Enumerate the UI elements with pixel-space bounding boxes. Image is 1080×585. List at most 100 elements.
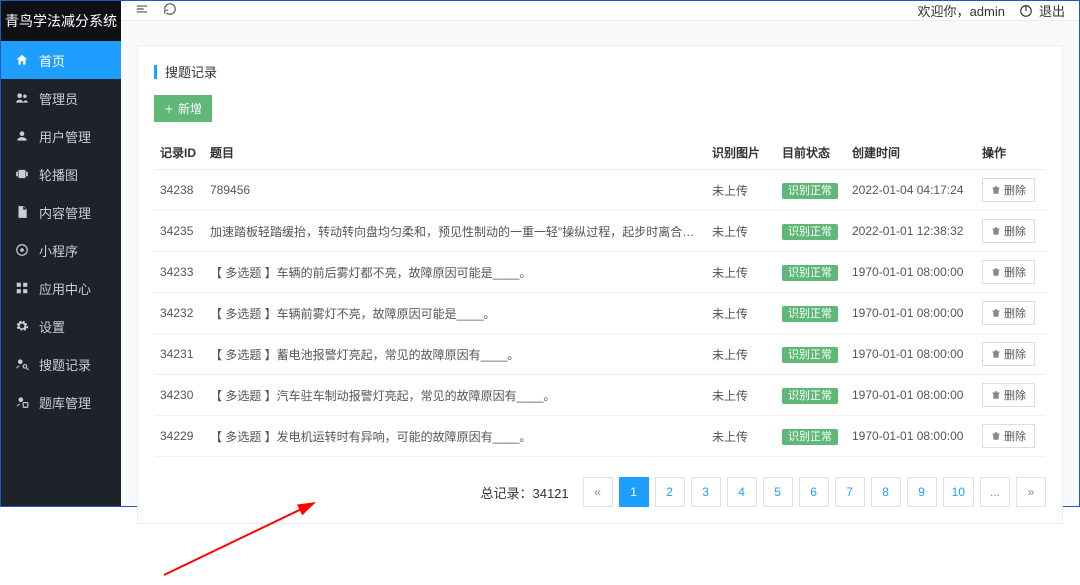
cell-time: 2022-01-04 04:17:24	[846, 170, 976, 211]
page-2[interactable]: 2	[655, 477, 685, 507]
delete-button[interactable]: 删除	[982, 342, 1035, 366]
page-1[interactable]: 1	[619, 477, 649, 507]
page-5[interactable]: 5	[763, 477, 793, 507]
cell-img: 未上传	[706, 170, 776, 211]
delete-button[interactable]: 删除	[982, 301, 1035, 325]
sidebar-item-label: 首页	[39, 51, 65, 70]
cell-op: 删除	[976, 416, 1046, 457]
sidebar-item-search-user[interactable]: 搜题记录	[1, 345, 121, 383]
status-badge: 识别正常	[782, 183, 838, 199]
topbar: 欢迎你，admin 退出	[121, 1, 1079, 21]
delete-button[interactable]: 删除	[982, 178, 1035, 202]
search-user-icon	[15, 357, 29, 371]
cell-op: 删除	[976, 334, 1046, 375]
user-icon	[15, 129, 29, 143]
sidebar-item-users[interactable]: 管理员	[1, 79, 121, 117]
cell-status: 识别正常	[776, 293, 846, 334]
cell-op: 删除	[976, 375, 1046, 416]
sidebar-item-label: 应用中心	[39, 279, 91, 298]
page-6[interactable]: 6	[799, 477, 829, 507]
page-9[interactable]: 9	[907, 477, 937, 507]
home-icon	[15, 53, 29, 67]
panel-title: 搜题记录	[154, 62, 1046, 81]
sidebar-item-user[interactable]: 用户管理	[1, 117, 121, 155]
annotation-arrow	[144, 495, 344, 585]
page-ellipsis[interactable]: ...	[980, 477, 1010, 507]
page-7[interactable]: 7	[835, 477, 865, 507]
th-img: 识别图片	[706, 136, 776, 170]
page-3[interactable]: 3	[691, 477, 721, 507]
delete-button[interactable]: 删除	[982, 383, 1035, 407]
logout-label: 退出	[1039, 1, 1065, 20]
cell-status: 识别正常	[776, 416, 846, 457]
sidebar-item-label: 搜题记录	[39, 355, 91, 374]
sidebar-item-home[interactable]: 首页	[1, 41, 121, 79]
sidebar-item-grid[interactable]: 应用中心	[1, 269, 121, 307]
delete-button[interactable]: 删除	[982, 260, 1035, 284]
page-8[interactable]: 8	[871, 477, 901, 507]
cell-op: 删除	[976, 293, 1046, 334]
table-row: 34230【 多选题 】汽车驻车制动报警灯亮起，常见的故障原因有____。未上传…	[154, 375, 1046, 416]
total-records: 总记录：34121	[480, 483, 568, 502]
table-row: 34231【 多选题 】蓄电池报警灯亮起，常见的故障原因有____。未上传识别正…	[154, 334, 1046, 375]
page-10[interactable]: 10	[943, 477, 974, 507]
logout-button[interactable]: 退出	[1019, 1, 1065, 20]
pager: «12345678910...»	[583, 477, 1046, 507]
sidebar-item-gear[interactable]: 设置	[1, 307, 121, 345]
cell-id: 34233	[154, 252, 204, 293]
cell-topic: 【 多选题 】车辆的前后雾灯都不亮，故障原因可能是____。	[204, 252, 706, 293]
users-icon	[15, 91, 29, 105]
sidebar-item-label: 用户管理	[39, 127, 91, 146]
table-row: 34238789456未上传识别正常2022-01-04 04:17:24删除	[154, 170, 1046, 211]
page-next[interactable]: »	[1016, 477, 1046, 507]
cell-time: 1970-01-01 08:00:00	[846, 375, 976, 416]
delete-button[interactable]: 删除	[982, 424, 1035, 448]
cell-time: 1970-01-01 08:00:00	[846, 252, 976, 293]
cell-op: 删除	[976, 170, 1046, 211]
sidebar-item-label: 轮播图	[39, 165, 78, 184]
cell-topic: 789456	[204, 170, 706, 211]
cell-status: 识别正常	[776, 375, 846, 416]
th-id: 记录ID	[154, 136, 204, 170]
menu-toggle-icon[interactable]	[135, 2, 149, 19]
cell-op: 删除	[976, 252, 1046, 293]
sidebar-item-label: 题库管理	[39, 393, 91, 412]
th-status: 目前状态	[776, 136, 846, 170]
cell-img: 未上传	[706, 416, 776, 457]
nav-list: 首页管理员用户管理轮播图内容管理小程序应用中心设置搜题记录题库管理	[1, 41, 121, 506]
page-prev[interactable]: «	[583, 477, 613, 507]
records-table: 记录ID 题目 识别图片 目前状态 创建时间 操作 34238789456未上传…	[154, 136, 1046, 457]
cell-topic: 【 多选题 】车辆前雾灯不亮，故障原因可能是____。	[204, 293, 706, 334]
add-button[interactable]: 新增	[154, 95, 212, 122]
delete-button[interactable]: 删除	[982, 219, 1035, 243]
brand-title: 青鸟学法减分系统	[1, 1, 121, 41]
app-icon	[15, 243, 29, 257]
cell-id: 34229	[154, 416, 204, 457]
cell-topic: 【 多选题 】蓄电池报警灯亮起，常见的故障原因有____。	[204, 334, 706, 375]
sidebar-item-file[interactable]: 内容管理	[1, 193, 121, 231]
sidebar-item-label: 设置	[39, 317, 65, 336]
sidebar-item-db[interactable]: 题库管理	[1, 383, 121, 421]
cell-img: 未上传	[706, 293, 776, 334]
th-topic: 题目	[204, 136, 706, 170]
carousel-icon	[15, 167, 29, 181]
status-badge: 识别正常	[782, 347, 838, 363]
sidebar-item-app[interactable]: 小程序	[1, 231, 121, 269]
page-4[interactable]: 4	[727, 477, 757, 507]
cell-time: 1970-01-01 08:00:00	[846, 334, 976, 375]
cell-id: 34231	[154, 334, 204, 375]
sidebar-item-carousel[interactable]: 轮播图	[1, 155, 121, 193]
db-icon	[15, 395, 29, 409]
cell-status: 识别正常	[776, 252, 846, 293]
cell-time: 2022-01-01 12:38:32	[846, 211, 976, 252]
cell-img: 未上传	[706, 211, 776, 252]
refresh-icon[interactable]	[163, 2, 177, 19]
file-icon	[15, 205, 29, 219]
cell-time: 1970-01-01 08:00:00	[846, 293, 976, 334]
status-badge: 识别正常	[782, 306, 838, 322]
sidebar-item-label: 小程序	[39, 241, 78, 260]
sidebar: 青鸟学法减分系统 首页管理员用户管理轮播图内容管理小程序应用中心设置搜题记录题库…	[1, 1, 121, 506]
status-badge: 识别正常	[782, 224, 838, 240]
cell-topic: 【 多选题 】汽车驻车制动报警灯亮起，常见的故障原因有____。	[204, 375, 706, 416]
cell-status: 识别正常	[776, 334, 846, 375]
